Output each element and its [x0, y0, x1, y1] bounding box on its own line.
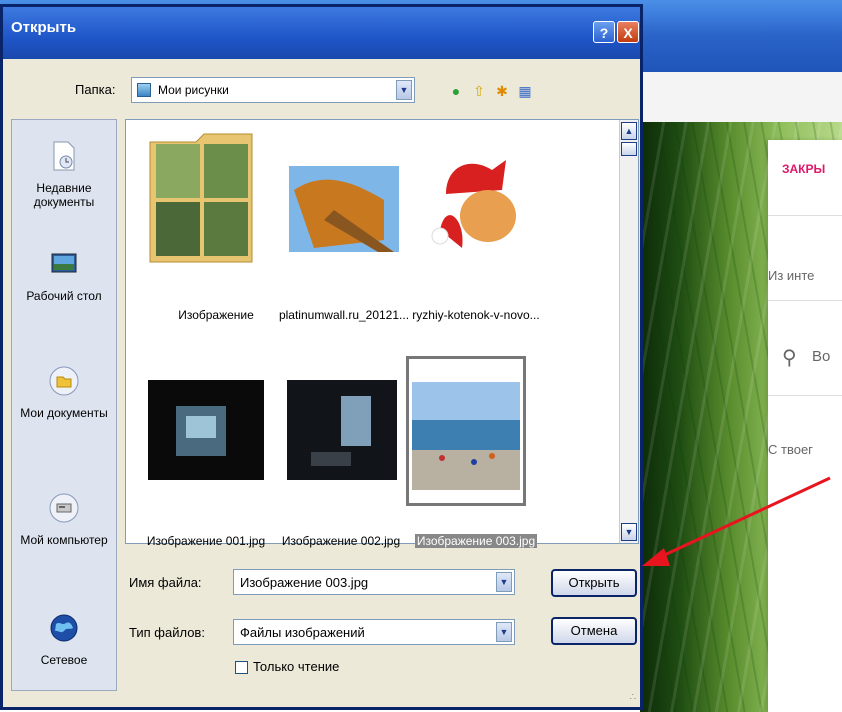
background-search-input[interactable]: Во — [812, 348, 830, 365]
place-label: Сетевое — [40, 653, 88, 667]
readonly-label[interactable]: Только чтение — [253, 659, 339, 674]
image-thumbnail — [289, 166, 399, 252]
background-from-internet-text[interactable]: Из инте — [768, 268, 814, 283]
filetype-label: Тип файлов: — [129, 625, 205, 640]
annotation-arrow — [642, 476, 831, 566]
desktop-icon — [51, 253, 77, 273]
cancel-button[interactable]: Отмена — [551, 617, 637, 645]
background-divider — [768, 300, 842, 301]
scroll-thumb[interactable] — [621, 142, 637, 156]
background-side-panel: ЗАКРЫ Из инте ⚲ Во С твоег — [768, 140, 842, 712]
image-thumbnail — [148, 380, 264, 480]
chevron-down-icon[interactable]: ▼ — [396, 80, 412, 100]
search-icon: ⚲ — [782, 347, 797, 369]
help-button[interactable]: ? — [593, 21, 615, 43]
file-name: ryzhiy-kotenok-v-novo... — [412, 308, 540, 322]
place-recent-documents[interactable]: Недавние документы — [12, 140, 116, 209]
back-icon[interactable]: ● — [448, 83, 464, 99]
image-thumbnail — [287, 380, 397, 480]
readonly-checkbox[interactable] — [235, 661, 248, 674]
image-thumbnail — [416, 150, 536, 260]
my-pictures-folder-icon — [137, 83, 151, 97]
recent-documents-icon — [53, 141, 75, 171]
filename-value: Изображение 003.jpg — [240, 575, 369, 590]
image-thumbnail — [412, 382, 520, 490]
resize-grip-icon[interactable]: ∴ — [630, 692, 636, 703]
background-from-your-text[interactable]: С твоег — [768, 442, 813, 457]
place-label: Рабочий стол — [26, 289, 102, 303]
place-network[interactable]: Сетевое — [12, 612, 116, 667]
views-menu-icon[interactable]: ▦ — [517, 83, 533, 99]
place-label: Мой компьютер — [20, 533, 108, 547]
folder-select[interactable]: Мои рисунки ▼ — [131, 77, 415, 103]
network-icon — [50, 614, 78, 642]
folder-thumbnail — [149, 133, 253, 263]
background-divider — [768, 215, 842, 216]
place-label: Мои документы — [20, 406, 108, 420]
my-computer-icon — [49, 493, 79, 523]
place-desktop[interactable]: Рабочий стол — [12, 248, 116, 303]
up-folder-icon[interactable]: ⇧ — [471, 83, 487, 99]
filetype-value: Файлы изображений — [240, 625, 365, 640]
my-documents-icon — [49, 366, 79, 396]
filetype-select[interactable]: Файлы изображений ▼ — [233, 619, 515, 645]
place-my-documents[interactable]: Мои документы — [12, 365, 116, 420]
place-my-computer[interactable]: Мой компьютер — [12, 492, 116, 547]
chevron-down-icon[interactable]: ▼ — [496, 572, 512, 592]
open-file-dialog: Открыть ? X Папка: Мои рисунки ▼ ● ⇧ ✱ ▦… — [0, 4, 643, 710]
background-close-link[interactable]: ЗАКРЫ — [782, 162, 825, 176]
place-label: Недавние документы — [33, 181, 95, 209]
new-folder-icon[interactable]: ✱ — [494, 83, 510, 99]
background-address-bar — [640, 72, 842, 123]
dialog-titlebar[interactable]: Открыть ? X — [3, 7, 640, 59]
places-bar: Недавние документы Рабочий стол Мои доку… — [11, 119, 117, 691]
file-list-view[interactable]: Изображение platinumwall.ru_20121... ryz… — [125, 119, 639, 548]
dialog-title: Открыть — [11, 19, 77, 36]
file-name: Изображение 003.jpg — [414, 534, 538, 548]
chevron-down-icon[interactable]: ▼ — [496, 622, 512, 642]
folder-value: Мои рисунки — [158, 83, 229, 97]
filename-label: Имя файла: — [129, 575, 202, 590]
open-button[interactable]: Открыть — [551, 569, 637, 597]
background-divider — [768, 395, 842, 396]
scroll-up-icon[interactable]: ▲ — [621, 122, 637, 140]
folder-label: Папка: — [75, 82, 116, 97]
close-button[interactable]: X — [617, 21, 639, 43]
filename-input[interactable]: Изображение 003.jpg ▼ — [233, 569, 515, 595]
